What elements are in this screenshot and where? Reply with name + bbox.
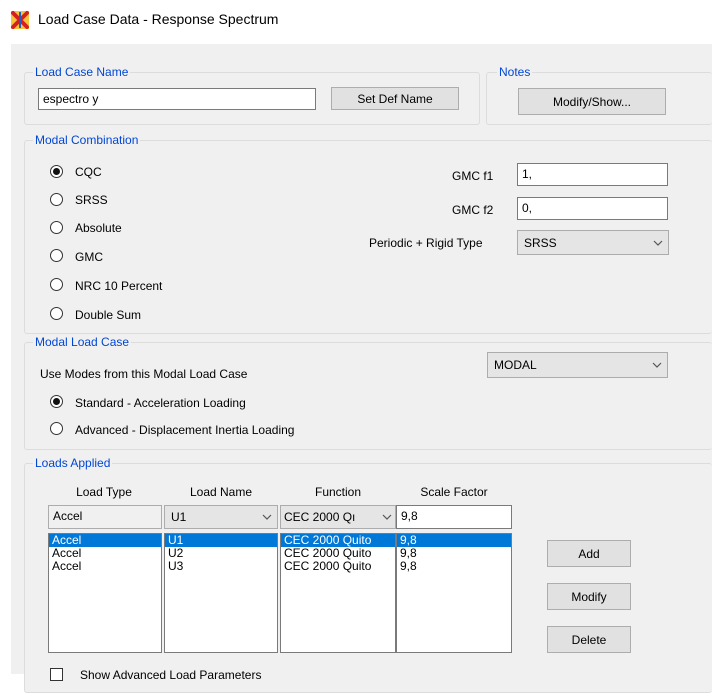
- use-modes-label: Use Modes from this Modal Load Case: [40, 367, 248, 381]
- modal-load-case-dropdown[interactable]: MODAL: [487, 352, 668, 378]
- load-name-list[interactable]: U1 U2 U3: [164, 533, 278, 653]
- periodic-rigid-type-label: Periodic + Rigid Type: [369, 236, 483, 250]
- radio-absolute[interactable]: [50, 221, 63, 234]
- radio-advanced-label: Advanced - Displacement Inertia Loading: [75, 423, 295, 437]
- gmc-f1-label: GMC f1: [452, 169, 494, 183]
- radio-double-sum-label: Double Sum: [75, 308, 142, 322]
- load-case-name-input[interactable]: espectro y: [38, 88, 316, 110]
- radio-advanced-displacement[interactable]: [50, 422, 63, 435]
- list-item[interactable]: 9,8: [397, 547, 511, 560]
- gmc-f2-input[interactable]: 0,: [517, 197, 668, 220]
- radio-cqc-label: CQC: [75, 165, 102, 179]
- window-title: Load Case Data - Response Spectrum: [38, 11, 279, 27]
- chevron-down-icon: [648, 231, 668, 254]
- radio-nrc-10-percent[interactable]: [50, 278, 63, 291]
- load-name-dropdown[interactable]: U1: [164, 505, 278, 529]
- radio-gmc[interactable]: [50, 249, 63, 262]
- periodic-rigid-type-value: SRSS: [524, 235, 557, 250]
- list-item[interactable]: Accel: [49, 534, 161, 547]
- notes-modify-show-button[interactable]: Modify/Show...: [518, 88, 666, 115]
- modify-button[interactable]: Modify: [547, 583, 631, 610]
- title-bar: Load Case Data - Response Spectrum: [0, 0, 712, 40]
- list-item[interactable]: Accel: [49, 560, 161, 573]
- radio-srss-label: SRSS: [75, 193, 108, 207]
- gmc-f2-label: GMC f2: [452, 203, 494, 217]
- group-title: Notes: [497, 65, 533, 79]
- function-value: CEC 2000 Qı: [284, 510, 356, 524]
- list-item[interactable]: CEC 2000 Quito: [281, 534, 395, 547]
- group-title: Loads Applied: [33, 456, 113, 470]
- list-item[interactable]: 9,8: [397, 534, 511, 547]
- chevron-down-icon: [647, 353, 667, 377]
- modal-load-case-value: MODAL: [494, 358, 537, 372]
- radio-standard-acceleration[interactable]: [50, 395, 63, 408]
- radio-cqc[interactable]: [50, 165, 63, 178]
- list-item[interactable]: U2: [165, 547, 277, 560]
- col-header-load-type: Load Type: [76, 485, 132, 499]
- group-title: Modal Load Case: [33, 335, 132, 349]
- x-logo-icon: [10, 10, 30, 30]
- show-advanced-load-parameters-checkbox[interactable]: [50, 668, 63, 681]
- periodic-rigid-type-dropdown[interactable]: SRSS: [517, 230, 669, 255]
- gmc-f1-input[interactable]: 1,: [517, 163, 668, 186]
- list-item[interactable]: Accel: [49, 547, 161, 560]
- add-button[interactable]: Add: [547, 540, 631, 567]
- radio-gmc-label: GMC: [75, 250, 103, 264]
- col-header-load-name: Load Name: [189, 485, 253, 499]
- radio-absolute-label: Absolute: [75, 221, 122, 235]
- scale-factor-list[interactable]: 9,8 9,8 9,8: [396, 533, 512, 653]
- function-list[interactable]: CEC 2000 Quito CEC 2000 Quito CEC 2000 Q…: [280, 533, 396, 653]
- load-type-list[interactable]: Accel Accel Accel: [48, 533, 162, 653]
- group-title: Load Case Name: [33, 65, 131, 79]
- radio-srss[interactable]: [50, 193, 63, 206]
- function-dropdown[interactable]: CEC 2000 Qı: [280, 505, 396, 529]
- load-name-value: U1: [171, 510, 187, 524]
- col-header-scale-factor: Scale Factor: [420, 485, 488, 499]
- load-type-field: Accel: [48, 505, 162, 529]
- set-def-name-button[interactable]: Set Def Name: [331, 87, 459, 110]
- group-title: Modal Combination: [33, 133, 141, 147]
- radio-standard-label: Standard - Acceleration Loading: [75, 396, 246, 410]
- list-item[interactable]: CEC 2000 Quito: [281, 560, 395, 573]
- list-item[interactable]: 9,8: [397, 560, 511, 573]
- chevron-down-icon: [379, 506, 395, 528]
- radio-double-sum[interactable]: [50, 307, 63, 320]
- list-item[interactable]: U3: [165, 560, 277, 573]
- radio-nrc-label: NRC 10 Percent: [75, 279, 163, 293]
- scale-factor-input[interactable]: 9,8: [396, 505, 512, 529]
- list-item[interactable]: U1: [165, 534, 277, 547]
- show-advanced-load-parameters-label: Show Advanced Load Parameters: [80, 668, 262, 682]
- col-header-function: Function: [314, 485, 362, 499]
- delete-button[interactable]: Delete: [547, 626, 631, 653]
- list-item[interactable]: CEC 2000 Quito: [281, 547, 395, 560]
- chevron-down-icon: [257, 506, 277, 528]
